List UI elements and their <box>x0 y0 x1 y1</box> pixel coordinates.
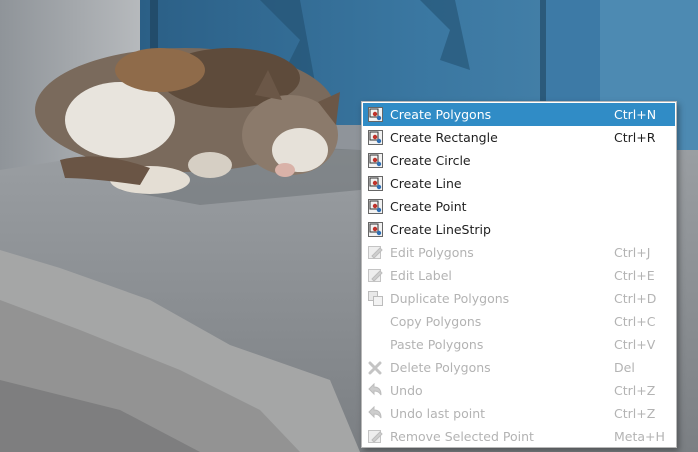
menu-item-create-rectangle[interactable]: Create Rectangle Ctrl+R <box>363 126 675 149</box>
menu-item-shortcut: Ctrl+D <box>614 291 657 306</box>
menu-item-label: Edit Label <box>390 268 452 283</box>
menu-item-shortcut: Ctrl+N <box>614 107 657 122</box>
menu-item-label: Copy Polygons <box>390 314 482 329</box>
menu-item-paste-polygons[interactable]: Paste Polygons Ctrl+V <box>363 333 675 356</box>
menu-item-label: Create Circle <box>390 153 471 168</box>
menu-item-remove-selected-point[interactable]: Remove Selected Point Meta+H <box>363 425 675 448</box>
menu-item-shortcut: Ctrl+R <box>614 130 656 145</box>
menu-item-shortcut: Ctrl+J <box>614 245 651 260</box>
menu-item-label: Create LineStrip <box>390 222 491 237</box>
menu-item-copy-polygons[interactable]: Copy Polygons Ctrl+C <box>363 310 675 333</box>
create-shape-icon <box>368 130 383 145</box>
menu-item-create-circle[interactable]: Create Circle <box>363 149 675 172</box>
menu-item-create-point[interactable]: Create Point <box>363 195 675 218</box>
menu-item-create-linestrip[interactable]: Create LineStrip <box>363 218 675 241</box>
create-shape-icon <box>368 222 383 237</box>
menu-item-shortcut: Ctrl+C <box>614 314 656 329</box>
menu-item-edit-label[interactable]: Edit Label Ctrl+E <box>363 264 675 287</box>
menu-item-label: Duplicate Polygons <box>390 291 510 306</box>
menu-item-delete-polygons[interactable]: Delete Polygons Del <box>363 356 675 379</box>
menu-item-label: Paste Polygons <box>390 337 484 352</box>
create-shape-icon <box>368 176 383 191</box>
edit-icon <box>368 429 383 444</box>
menu-item-shortcut: Del <box>614 360 635 375</box>
menu-item-label: Delete Polygons <box>390 360 491 375</box>
menu-item-shortcut: Ctrl+V <box>614 337 656 352</box>
menu-item-label: Create Rectangle <box>390 130 498 145</box>
undo-icon <box>368 405 383 421</box>
menu-item-edit-polygons[interactable]: Edit Polygons Ctrl+J <box>363 241 675 264</box>
menu-item-create-line[interactable]: Create Line <box>363 172 675 195</box>
menu-item-undo[interactable]: Undo Ctrl+Z <box>363 379 675 402</box>
menu-item-create-polygons[interactable]: Create Polygons Ctrl+N <box>363 103 675 126</box>
edit-icon <box>368 268 383 283</box>
menu-item-label: Undo <box>390 383 423 398</box>
context-menu: Create Polygons Ctrl+N Create Rectangle Ctr… <box>361 101 677 448</box>
menu-item-label: Edit Polygons <box>390 245 474 260</box>
menu-item-label: Remove Selected Point <box>390 429 534 444</box>
menu-item-shortcut: Ctrl+Z <box>614 383 656 398</box>
create-shape-icon <box>368 199 383 214</box>
menu-item-shortcut: Meta+H <box>614 429 665 444</box>
menu-item-label: Create Line <box>390 176 462 191</box>
edit-icon <box>368 245 383 260</box>
create-shape-icon <box>368 107 383 122</box>
menu-item-shortcut: Ctrl+E <box>614 268 655 283</box>
menu-item-duplicate-polygons[interactable]: Duplicate Polygons Ctrl+D <box>363 287 675 310</box>
menu-item-label: Create Point <box>390 199 467 214</box>
undo-icon <box>368 382 383 398</box>
menu-item-undo-last-point[interactable]: Undo last point Ctrl+Z <box>363 402 675 425</box>
menu-item-shortcut: Ctrl+Z <box>614 406 656 421</box>
menu-item-label: Create Polygons <box>390 107 492 122</box>
menu-item-label: Undo last point <box>390 406 486 421</box>
create-shape-icon <box>368 153 383 168</box>
duplicate-icon <box>368 291 383 306</box>
delete-icon <box>368 360 383 375</box>
